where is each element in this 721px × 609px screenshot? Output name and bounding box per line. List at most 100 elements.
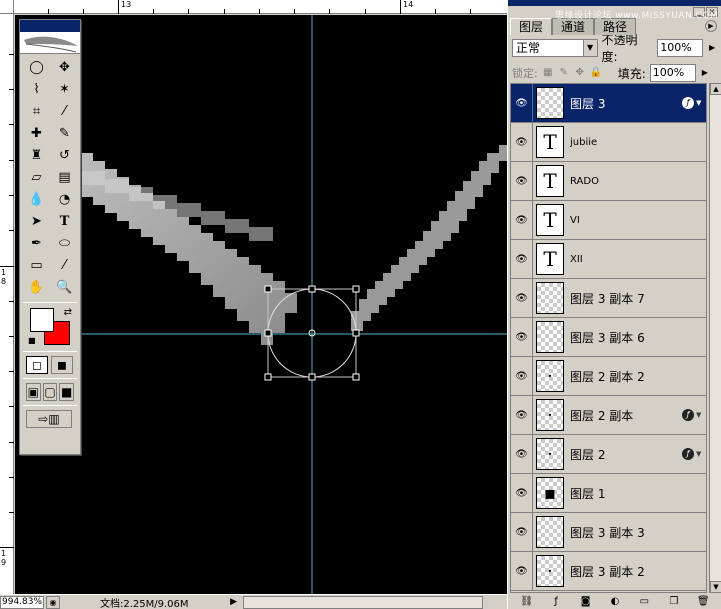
transform-handle[interactable]	[352, 373, 360, 381]
layer-row[interactable]: 👁 T RADO	[511, 161, 706, 201]
panel-menu-icon[interactable]: ▶	[705, 20, 717, 32]
vertical-ruler[interactable]: 1 8 1 9	[0, 14, 14, 594]
layer-thumbnail[interactable]	[536, 87, 564, 119]
layer-row[interactable]: 👁 图层 3 ƒ ▼	[511, 84, 706, 123]
eye-icon[interactable]: 👁	[511, 161, 533, 201]
opacity-field[interactable]: 100%	[657, 39, 704, 57]
layer-row[interactable]: 👁 · 图层 2 副本 2	[511, 356, 706, 396]
horizontal-ruler[interactable]: 13 14	[0, 0, 507, 14]
screen-mode-full-icon[interactable]: ■	[59, 383, 75, 401]
eye-icon[interactable]: 👁	[511, 551, 533, 591]
brush-tool-icon[interactable]: ✎	[52, 123, 77, 143]
zoom-tool-icon[interactable]: 🔍	[52, 277, 77, 297]
dodge-tool-icon[interactable]: ◔	[52, 189, 77, 209]
layer-row[interactable]: 👁 T VI	[511, 200, 706, 240]
ruler-origin[interactable]	[0, 0, 14, 14]
quick-mask-button[interactable]: ◼	[51, 356, 73, 374]
magic-wand-icon[interactable]: ✶	[52, 79, 77, 99]
new-group-icon[interactable]: ▭	[637, 596, 651, 608]
document-canvas[interactable]	[15, 15, 507, 594]
layer-row[interactable]: 👁 · 图层 3 副本 2	[511, 551, 706, 591]
crop-tool-icon[interactable]: ⌗	[24, 101, 49, 121]
transform-handle[interactable]	[352, 329, 360, 337]
transform-handle[interactable]	[308, 285, 316, 293]
layer-thumbnail[interactable]	[536, 321, 564, 353]
eye-icon[interactable]: 👁	[511, 317, 533, 357]
move-tool-icon[interactable]: ✥	[52, 57, 77, 77]
gradient-tool-icon[interactable]: ▤	[52, 167, 77, 187]
scroll-down-icon[interactable]: ▼	[710, 581, 721, 593]
blend-mode-select[interactable]: 正常 ▼	[512, 39, 598, 57]
eye-icon[interactable]: 👁	[511, 395, 533, 435]
layer-style-icon[interactable]: ƒ	[682, 448, 694, 460]
eye-icon[interactable]: 👁	[511, 84, 533, 123]
foreground-color-swatch[interactable]	[30, 308, 54, 332]
adjustment-layer-icon[interactable]: ◐	[608, 596, 622, 608]
eye-icon[interactable]: 👁	[511, 278, 533, 318]
clone-stamp-icon[interactable]: ♜	[24, 145, 49, 165]
toolbox-titlebar[interactable]	[20, 20, 80, 32]
delete-layer-icon[interactable]: 🗑	[696, 596, 710, 608]
fill-slider-arrow-icon[interactable]: ▶	[700, 64, 710, 82]
default-colors-icon[interactable]: ■	[28, 336, 36, 345]
layer-row[interactable]: 👁 · 图层 2 副本 ƒ ▼	[511, 395, 706, 435]
healing-brush-icon[interactable]: ✚	[24, 123, 49, 143]
layer-row[interactable]: 👁 Tjubiie	[511, 122, 706, 162]
layer-row[interactable]: 👁 图层 3 副本 7	[511, 278, 706, 318]
feather-logo[interactable]	[20, 32, 80, 54]
eye-icon[interactable]: 👁	[511, 356, 533, 396]
expand-effects-icon[interactable]: ▼	[696, 99, 706, 107]
slice-tool-icon[interactable]: ⁄	[52, 101, 77, 121]
layer-thumbnail[interactable]: ·	[536, 555, 564, 587]
horizontal-scrollbar[interactable]	[242, 595, 483, 609]
add-layer-style-icon[interactable]: ƒ	[549, 596, 563, 608]
layer-style-icon[interactable]: ƒ	[682, 97, 694, 109]
lock-image-icon[interactable]: ✎	[558, 67, 570, 79]
lock-all-icon[interactable]: 🔒	[590, 67, 602, 79]
layer-thumbnail[interactable]: ▪	[536, 477, 564, 509]
layer-thumbnail[interactable]: ·	[536, 438, 564, 470]
transform-handle[interactable]	[264, 285, 272, 293]
eye-icon[interactable]: 👁	[511, 434, 533, 474]
eye-icon[interactable]: 👁	[511, 512, 533, 552]
expand-effects-icon[interactable]: ▼	[696, 411, 706, 419]
opacity-slider-arrow-icon[interactable]: ▶	[707, 39, 717, 57]
transform-handle[interactable]	[264, 373, 272, 381]
tab-layers[interactable]: 图层	[510, 18, 553, 35]
layers-vertical-scrollbar[interactable]: ▲ ▼	[709, 83, 721, 593]
fill-field[interactable]: 100%	[649, 64, 696, 82]
layer-row[interactable]: 👁 图层 3 副本 3	[511, 512, 706, 552]
path-select-icon[interactable]: ➤	[24, 211, 49, 231]
link-layers-icon[interactable]: ⛓	[520, 596, 534, 608]
scroll-up-icon[interactable]: ▲	[710, 83, 721, 95]
lock-position-icon[interactable]: ✥	[574, 67, 586, 79]
layer-thumbnail[interactable]	[536, 282, 564, 314]
layer-row[interactable]: 👁 · 图层 2 ƒ ▼	[511, 434, 706, 474]
pen-tool-icon[interactable]: ✒	[24, 233, 49, 253]
history-brush-icon[interactable]: ↺	[52, 145, 77, 165]
type-tool-icon[interactable]: T	[52, 211, 77, 231]
hand-tool-icon[interactable]: ✋	[24, 277, 49, 297]
layer-thumbnail[interactable]	[536, 516, 564, 548]
blur-tool-icon[interactable]: 💧	[24, 189, 49, 209]
chevron-down-icon[interactable]: ▼	[582, 40, 597, 56]
eye-icon[interactable]: 👁	[511, 122, 533, 162]
eraser-tool-icon[interactable]: ▱	[24, 167, 49, 187]
standard-mode-button[interactable]: ◻	[26, 356, 48, 374]
marquee-tool-icon[interactable]: ◯	[24, 57, 49, 77]
expand-effects-icon[interactable]: ▼	[696, 450, 706, 458]
layer-row[interactable]: 👁 ▪ 图层 1	[511, 473, 706, 513]
add-mask-icon[interactable]: ◙	[579, 596, 593, 608]
layer-thumbnail[interactable]: ·	[536, 399, 564, 431]
status-options-icon[interactable]: ◉	[46, 595, 60, 609]
text-layer-thumbnail[interactable]: T	[536, 126, 564, 158]
text-layer-thumbnail[interactable]: T	[536, 204, 564, 236]
layer-style-icon[interactable]: ƒ	[682, 409, 694, 421]
eye-icon[interactable]: 👁	[511, 200, 533, 240]
transform-handle[interactable]	[352, 285, 360, 293]
eye-icon[interactable]: 👁	[511, 239, 533, 279]
text-layer-thumbnail[interactable]: T	[536, 165, 564, 197]
eyedropper-icon[interactable]: ⁄	[52, 255, 77, 275]
screen-mode-standard-icon[interactable]: ▣	[26, 383, 41, 401]
layer-thumbnail[interactable]: ·	[536, 360, 564, 392]
